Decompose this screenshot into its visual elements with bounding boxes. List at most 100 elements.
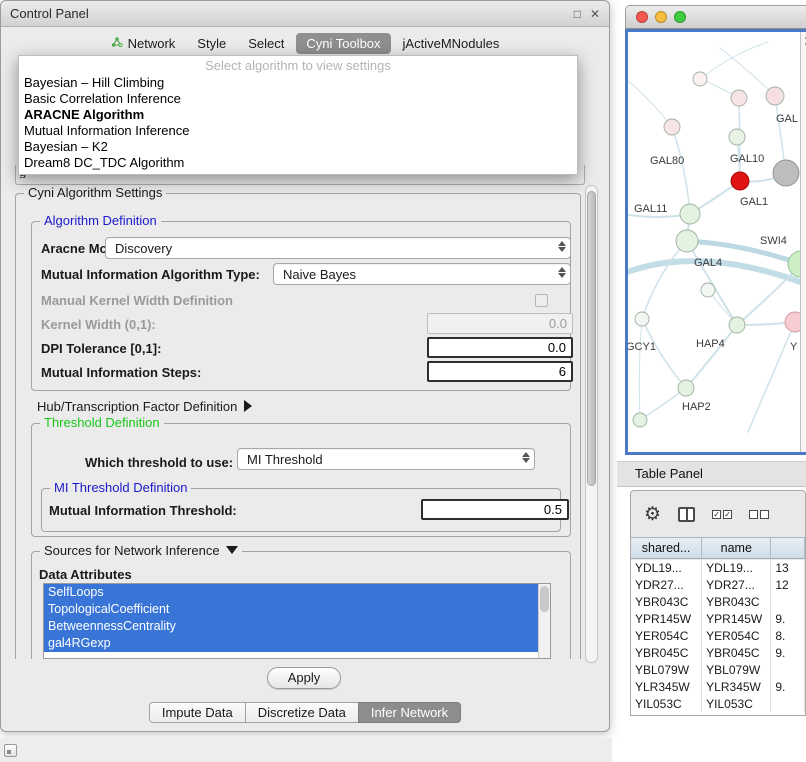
network-node[interactable] (633, 413, 647, 427)
network-node[interactable] (729, 129, 745, 145)
aracne-mode-combo[interactable]: Discovery (105, 237, 571, 259)
table-row[interactable]: YBR043CYBR043C (631, 594, 805, 611)
attribute-item-betweennesscentrality[interactable]: BetweennessCentrality (44, 618, 538, 635)
algorithm-option-mutual-information-inference[interactable]: Mutual Information Inference (19, 123, 577, 139)
settings-scrollbar-thumb[interactable] (587, 191, 596, 486)
network-node[interactable] (788, 251, 800, 277)
network-node-label: GAL11 (634, 203, 667, 215)
mi-threshold-field[interactable] (421, 499, 569, 520)
network-node[interactable] (731, 90, 747, 106)
mi-type-value: Naive Bayes (283, 267, 550, 282)
table-cell: YDL19... (631, 560, 702, 577)
table-row[interactable]: YDL19...YDL19...13 (631, 560, 805, 577)
network-node[interactable] (664, 119, 680, 135)
dpi-tolerance-label: DPI Tolerance [0,1]: (41, 339, 161, 359)
kernel-width-label: Kernel Width (0,1): (41, 315, 156, 335)
manual-kernel-checkbox[interactable] (535, 294, 548, 307)
tab-jactivemnodules[interactable]: jActiveMNodules (393, 33, 510, 54)
bottom-tab-infer-network[interactable]: Infer Network (358, 702, 461, 723)
tab-label: Style (197, 36, 226, 51)
table-cell: YBL079W (631, 662, 702, 679)
hub-definition-expander[interactable]: Hub/Transcription Factor Definition (37, 397, 252, 417)
which-threshold-combo[interactable]: MI Threshold (237, 448, 535, 470)
close-traffic-light-icon[interactable] (636, 11, 648, 23)
expand-right-icon (244, 400, 252, 412)
window-title: Control Panel (10, 6, 89, 21)
group-title: Threshold Definition (40, 415, 164, 430)
bottom-tab-discretize-data[interactable]: Discretize Data (245, 702, 359, 723)
algorithm-option-bayesian-hill-climbing[interactable]: Bayesian – Hill Climbing (19, 75, 577, 91)
table-row[interactable]: YER054CYER054C8. (631, 628, 805, 645)
combo-stepper-icon (522, 452, 530, 463)
network-node[interactable] (785, 312, 800, 332)
network-canvas[interactable]: GALGAL80GAL10GAL11GAL1SWI4GAL4GCY1HAP4YH… (628, 32, 800, 452)
panel-toggle-icon[interactable] (4, 744, 17, 757)
network-edge (642, 319, 686, 388)
algorithm-option-basic-correlation-inference[interactable]: Basic Correlation Inference (19, 91, 577, 107)
algorithm-option-aracne-algorithm[interactable]: ARACNE Algorithm (19, 107, 577, 123)
network-node[interactable] (635, 312, 649, 326)
settings-scrollbar[interactable] (585, 185, 598, 663)
tab-label: Cyni Toolbox (306, 36, 380, 51)
table-row[interactable]: YIL053CYIL053C (631, 696, 805, 713)
column-header-shared[interactable]: shared... (631, 538, 702, 558)
tab-cyni-toolbox[interactable]: Cyni Toolbox (296, 33, 390, 54)
network-vertical-scrollbar[interactable]: ▴▾ (800, 32, 806, 452)
sources-group-title[interactable]: Sources for Network Inference (40, 543, 242, 558)
network-node[interactable] (680, 204, 700, 224)
tab-style[interactable]: Style (187, 33, 236, 54)
table-cell: 9. (771, 645, 805, 662)
gear-icon[interactable]: ⚙ (644, 505, 661, 524)
minimize-traffic-light-icon[interactable] (655, 11, 667, 23)
cyni-bottom-tabs: Impute DataDiscretize DataInfer Network (1, 701, 609, 723)
network-node[interactable] (773, 160, 799, 186)
attribute-list-scrollbar[interactable] (538, 584, 550, 658)
apply-button[interactable]: Apply (267, 667, 341, 689)
network-node-label: GAL1 (740, 196, 768, 208)
bottom-tab-impute-data[interactable]: Impute Data (149, 702, 246, 723)
table-cell: YLR345W (631, 679, 702, 696)
tab-select[interactable]: Select (238, 33, 294, 54)
table-cell: 9. (771, 611, 805, 628)
clear-checks-icon[interactable] (749, 510, 769, 519)
table-row[interactable]: YBL079WYBL079W (631, 662, 805, 679)
attribute-item-gal4rgexp[interactable]: gal4RGexp (44, 635, 538, 652)
control-panel-tabs: Network Style Select Cyni Toolbox jActiveMNo… (1, 31, 609, 56)
network-node[interactable] (766, 87, 784, 105)
settings-scroll-viewport: Cyni Algorithm Settings Algorithm Defini… (11, 185, 585, 659)
network-node[interactable] (693, 72, 707, 86)
dpi-tolerance-field[interactable] (427, 337, 573, 358)
attribute-item-selfloops[interactable]: SelfLoops (44, 584, 538, 601)
network-node[interactable] (701, 283, 715, 297)
table-cell: YLR345W (702, 679, 771, 696)
tab-network[interactable]: Network (101, 33, 186, 54)
close-window-icon[interactable]: ✕ (590, 8, 600, 20)
zoom-traffic-light-icon[interactable] (674, 11, 686, 23)
columns-icon[interactable] (678, 507, 695, 522)
mi-type-combo[interactable]: Naive Bayes (273, 263, 571, 285)
algorithm-option-bayesian-k2[interactable]: Bayesian – K2 (19, 139, 577, 155)
table-cell: YPR145W (702, 611, 771, 628)
table-row[interactable]: YBR045CYBR045C9. (631, 645, 805, 662)
network-node[interactable] (731, 172, 749, 190)
table-row[interactable]: YPR145WYPR145W9. (631, 611, 805, 628)
table-row[interactable]: YDR27...YDR27...12 (631, 577, 805, 594)
mi-type-label: Mutual Information Algorithm Type: (41, 265, 260, 285)
table-cell (771, 696, 805, 713)
column-header-name[interactable]: name (702, 538, 771, 558)
network-edge (700, 42, 768, 79)
network-node[interactable] (729, 317, 745, 333)
group-title: MI Threshold Definition (50, 480, 191, 495)
column-header-2[interactable] (771, 538, 805, 558)
network-node[interactable] (676, 230, 698, 252)
kernel-width-field[interactable] (427, 313, 573, 334)
mi-steps-field[interactable] (427, 361, 573, 382)
float-window-icon[interactable]: □ (574, 8, 581, 20)
network-node[interactable] (678, 380, 694, 396)
table-cell: YDR27... (631, 577, 702, 594)
table-row[interactable]: YLR345WYLR345W9. (631, 679, 805, 696)
which-threshold-value: MI Threshold (247, 452, 514, 467)
attribute-item-topologicalcoefficient[interactable]: TopologicalCoefficient (44, 601, 538, 618)
algorithm-option-dream8-dc-tdc-algorithm[interactable]: Dream8 DC_TDC Algorithm (19, 155, 577, 171)
select-all-checks-icon[interactable]: ✓✓ (712, 510, 732, 519)
